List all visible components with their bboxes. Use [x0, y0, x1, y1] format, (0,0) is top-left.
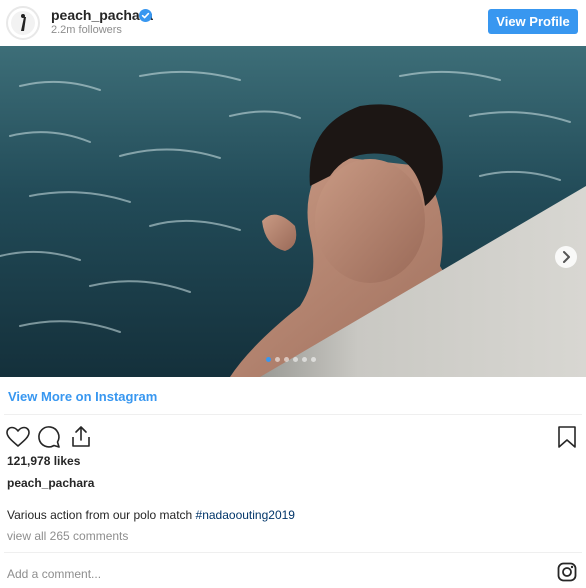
carousel-dot: [302, 357, 307, 362]
view-profile-button[interactable]: View Profile: [488, 9, 578, 34]
caption-text: Various action from our polo match: [7, 508, 196, 522]
carousel-dot: [275, 357, 280, 362]
post-header: peach_pachara 2.2m followers View Profil…: [0, 0, 586, 46]
carousel-dot: [284, 357, 289, 362]
chevron-right-icon: [563, 251, 570, 263]
carousel-dot: [311, 357, 316, 362]
add-comment-input[interactable]: Add a comment...: [7, 567, 101, 581]
verified-badge-icon: [139, 9, 152, 22]
carousel-next-button[interactable]: [555, 246, 577, 268]
follower-count: 2.2m followers: [51, 24, 122, 36]
divider: [4, 552, 582, 553]
caption-hashtag[interactable]: #nadaoouting2019: [196, 508, 295, 522]
carousel-dot: [266, 357, 271, 362]
share-button[interactable]: [68, 424, 94, 450]
carousel-dot: [293, 357, 298, 362]
avatar-image: [11, 11, 35, 35]
instagram-icon[interactable]: [557, 562, 577, 582]
view-more-link[interactable]: View More on Instagram: [8, 389, 157, 404]
view-all-comments-link[interactable]: view all 265 comments: [7, 529, 128, 543]
username[interactable]: peach_pachara: [51, 7, 153, 23]
caption-username[interactable]: peach_pachara: [7, 476, 94, 490]
post-photo[interactable]: [0, 46, 586, 377]
bookmark-icon: [558, 426, 576, 448]
like-button[interactable]: [5, 424, 31, 450]
avatar[interactable]: [6, 6, 40, 40]
share-icon: [72, 426, 90, 447]
divider: [4, 414, 582, 415]
heart-icon: [6, 426, 30, 447]
like-count[interactable]: 121,978 likes: [7, 454, 80, 468]
comment-button[interactable]: [36, 424, 62, 450]
save-button[interactable]: [554, 424, 580, 450]
comment-icon: [38, 426, 60, 448]
post-caption: Various action from our polo match #nada…: [7, 508, 295, 522]
